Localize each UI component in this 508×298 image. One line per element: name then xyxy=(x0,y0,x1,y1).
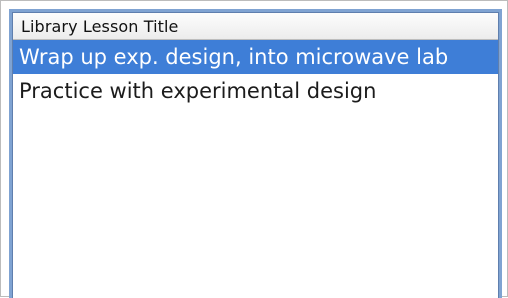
lesson-list-focus-ring: Library Lesson Title Wrap up exp. design… xyxy=(9,9,502,298)
column-header-lesson-title[interactable]: Library Lesson Title xyxy=(13,13,498,40)
lesson-row-title: Practice with experimental design xyxy=(19,79,377,103)
lesson-list-rows: Wrap up exp. design, into microwave lab … xyxy=(13,40,498,108)
lesson-row-selected[interactable]: Wrap up exp. design, into microwave lab xyxy=(13,40,498,74)
lesson-list-panel: Library Lesson Title Wrap up exp. design… xyxy=(0,0,508,298)
lesson-row[interactable]: Practice with experimental design xyxy=(13,74,498,108)
lesson-list-table[interactable]: Library Lesson Title Wrap up exp. design… xyxy=(12,12,499,298)
column-header-label: Library Lesson Title xyxy=(21,16,179,36)
lesson-row-title: Wrap up exp. design, into microwave lab xyxy=(19,45,449,69)
